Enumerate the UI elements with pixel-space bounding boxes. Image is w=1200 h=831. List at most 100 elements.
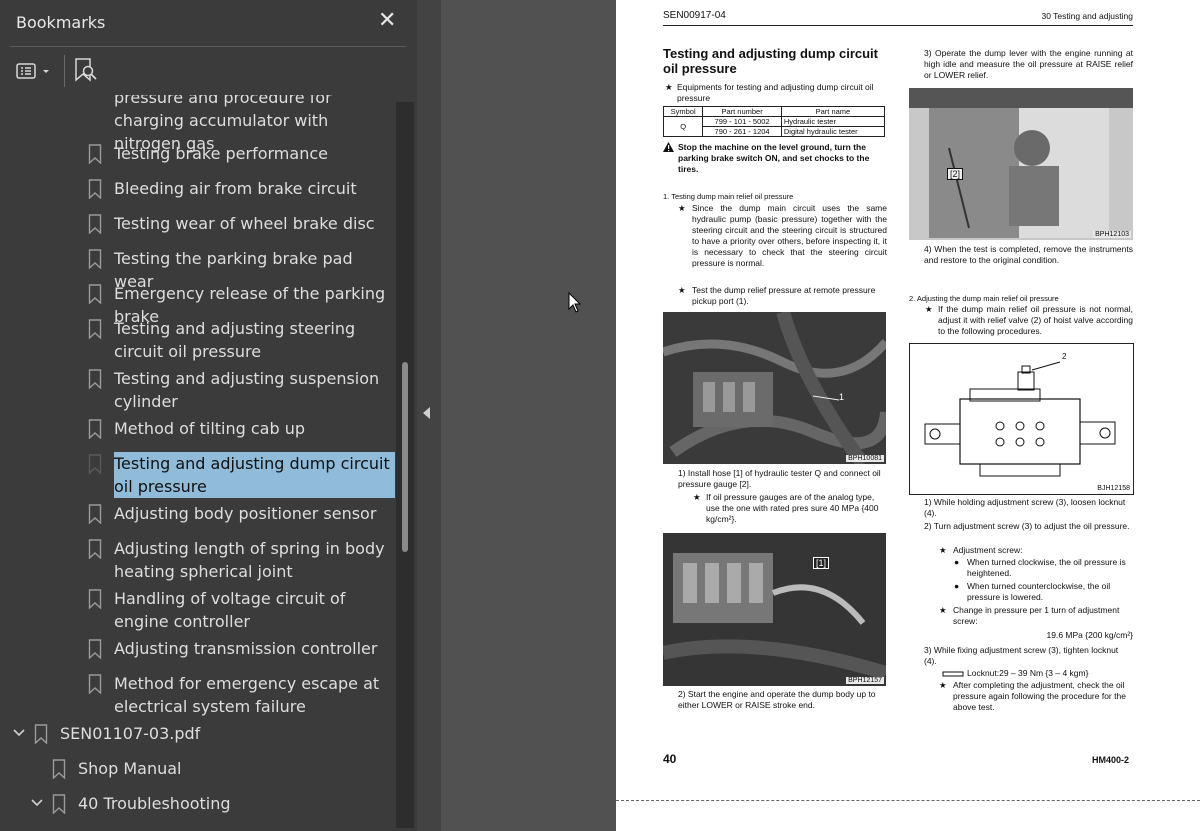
bookmark-icon: [88, 674, 102, 694]
options-menu-button[interactable]: [16, 58, 58, 84]
bookmark-icon: [88, 639, 102, 659]
photo-callout: 1: [839, 392, 845, 402]
bookmark-item[interactable]: Bleeding air from brake circuit: [0, 177, 400, 200]
warning-text: Stop the machine on the level ground, tu…: [678, 142, 870, 174]
section-title: Testing and adjusting dump circuit oil p…: [663, 46, 878, 76]
engine-photo-image: [663, 533, 886, 686]
header-doc-id: SEN00917-04: [663, 10, 726, 21]
bookmark-icon: [88, 214, 102, 234]
bookmark-item[interactable]: Testing brake performance: [0, 142, 400, 165]
panel-splitter[interactable]: [417, 0, 441, 831]
bookmark-item[interactable]: Adjusting body positioner sensor: [0, 502, 400, 525]
sec2-note: If the dump main relief oil pressure is …: [938, 304, 1133, 336]
scrollbar[interactable]: [396, 102, 414, 828]
sec1-title: 1. Testing dump main relief oil pressure: [663, 192, 794, 201]
bookmark-icon: [88, 179, 102, 199]
cab-photo-image: [909, 88, 1133, 240]
chevron-down-icon[interactable]: [30, 796, 44, 810]
table-cell: 799 - 101 - 5002: [702, 116, 782, 127]
adjust-screw-label: Adjustment screw:: [953, 545, 1023, 555]
step-4: 4) When the test is completed, remove th…: [924, 244, 1133, 265]
table-cell: Q: [662, 116, 704, 137]
bookmark-item[interactable]: Testing and adjusting dump circuit oil p…: [0, 452, 400, 498]
sec2-title: 2. Adjusting the dump main relief oil pr…: [909, 294, 1059, 303]
hoist-valve-diagram: 2 BJH12158: [909, 343, 1134, 495]
bookmark-icon: [52, 759, 66, 779]
header-rule: [663, 25, 1133, 26]
bookmark-label: Adjusting body positioner sensor: [114, 504, 377, 523]
bookmark-item[interactable]: pressure and procedure for charging accu…: [0, 95, 400, 153]
bookmark-item[interactable]: 40 Troubleshooting: [0, 792, 400, 815]
header-section: 30 Testing and adjusting: [1041, 11, 1133, 21]
bookmark-icon: [88, 284, 102, 304]
bookmark-item[interactable]: Handling of voltage circuit of engine co…: [0, 587, 400, 633]
find-bookmark-button[interactable]: [73, 56, 101, 86]
star-icon: ★: [678, 203, 686, 213]
bookmark-item[interactable]: Testing the parking brake pad wear: [0, 247, 400, 291]
adjust-step-1: 1) While holding adjustment screw (3), l…: [924, 497, 1126, 518]
adjust-change: Change in pressure per 1 turn of adjustm…: [953, 605, 1120, 626]
bookmark-label: Bleeding air from brake circuit: [114, 179, 357, 198]
adjust-value: 19.6 MPa {200 kg/cm²}: [1046, 630, 1133, 640]
table-cell: Hydraulic tester: [780, 116, 886, 127]
close-icon[interactable]: ✕: [378, 8, 396, 33]
bookmark-label: 40 Troubleshooting: [78, 794, 231, 813]
bookmark-icon: [88, 504, 102, 524]
star-icon: ★: [939, 545, 947, 555]
bookmark-item[interactable]: Testing and adjusting steering circuit o…: [0, 317, 400, 363]
warning-icon: [663, 142, 674, 152]
photo-tester-hose: [1] BPH12157: [663, 533, 886, 686]
bookmark-item[interactable]: Shop Manual: [0, 757, 400, 780]
sec1-bullet: Test the dump relief pressure at remote …: [692, 285, 876, 306]
bookmark-item[interactable]: Testing and adjusting suspension cylinde…: [0, 367, 400, 413]
star-icon: ★: [665, 82, 673, 92]
panel-title: Bookmarks: [16, 13, 106, 32]
bookmark-item[interactable]: Method for emergency escape at electrica…: [0, 672, 400, 718]
photo-id: BPH10081: [846, 455, 884, 462]
engine-photo-image: [663, 312, 886, 464]
bookmark-item[interactable]: Adjusting length of spring in body heati…: [0, 537, 400, 583]
collapse-panel-icon[interactable]: [423, 407, 430, 419]
table-header: Part name: [780, 106, 886, 117]
table-header: Symbol: [662, 106, 704, 117]
bookmark-label: Testing and adjusting dump circuit oil p…: [114, 452, 395, 498]
page-number: 40: [663, 752, 677, 766]
hoist-valve-drawing: [924, 361, 1116, 477]
step-3: 3) Operate the dump lever with the engin…: [924, 48, 1133, 80]
adjust-step-3: 3) While fixing adjustment screw (3), ti…: [924, 645, 1119, 666]
bookmark-search-icon: [75, 58, 97, 82]
photo-pickup-port: 1 BPH10081: [663, 312, 886, 464]
step-1-note: If oil pressure gauges are of the analog…: [706, 492, 879, 524]
bookmark-icon: [88, 419, 102, 439]
options-menu-icon: [16, 63, 49, 79]
bookmark-tree: pressure and procedure for charging accu…: [0, 95, 400, 831]
star-icon: ★: [693, 492, 701, 502]
bookmark-label: Testing and adjusting steering circuit o…: [114, 319, 356, 361]
diagram-callout: 2: [1062, 352, 1067, 361]
star-icon: ★: [939, 605, 947, 615]
scrollbar-thumb[interactable]: [402, 362, 408, 552]
pdf-page: SEN00917-04 30 Testing and adjusting Tes…: [616, 0, 1200, 831]
bookmark-label: Shop Manual: [78, 759, 182, 778]
table-cell: 790 - 261 - 1204: [702, 126, 782, 137]
bookmark-icon: [52, 794, 66, 814]
diagram-id: BJH12158: [1097, 485, 1130, 492]
bookmark-item[interactable]: Emergency release of the parking brake: [0, 282, 400, 326]
bookmark-label: Handling of voltage circuit of engine co…: [114, 589, 346, 631]
sec1-bullet: Since the dump main circuit uses the sam…: [692, 203, 887, 268]
bookmark-label: SEN01107-03.pdf: [60, 724, 201, 743]
bookmark-item[interactable]: Adjusting transmission controller: [0, 637, 400, 660]
equipment-table: Symbol Part number Part name Q 799 - 101…: [662, 106, 886, 137]
table-cell: Digital hydraulic tester: [780, 126, 886, 137]
divider: [10, 46, 406, 47]
adjust-counterclockwise: When turned counterclockwise, the oil pr…: [967, 581, 1111, 602]
bookmark-label: Method of tilting cab up: [114, 419, 306, 438]
bookmark-label: Method for emergency escape at electrica…: [114, 674, 380, 716]
star-icon: ★: [925, 304, 933, 314]
chevron-down-icon[interactable]: [12, 726, 26, 740]
bookmark-item[interactable]: Method of tilting cab up: [0, 417, 400, 440]
bookmark-label: Testing brake performance: [114, 144, 328, 163]
bookmark-item[interactable]: Testing wear of wheel brake disc: [0, 212, 400, 235]
bookmarks-panel: Bookmarks ✕ pressure and procedure for c…: [0, 0, 417, 831]
bookmark-item[interactable]: SEN01107-03.pdf: [0, 722, 400, 745]
